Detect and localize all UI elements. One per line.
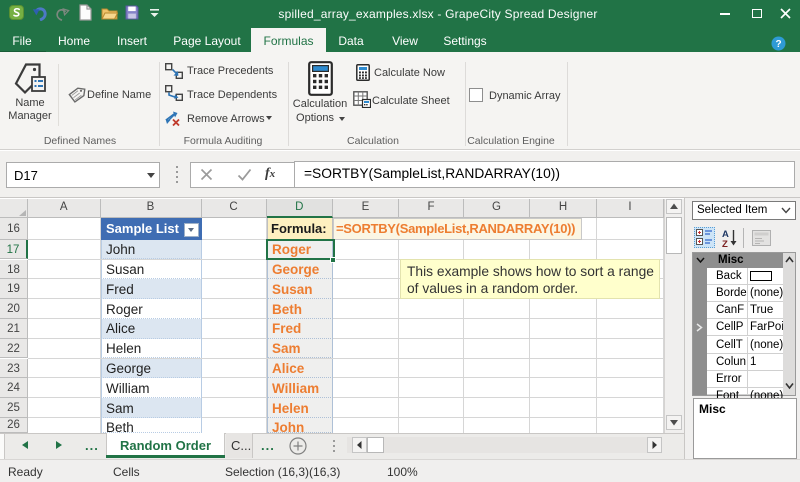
svg-text:?: ? [775,39,781,50]
svg-text:Z: Z [722,239,728,248]
